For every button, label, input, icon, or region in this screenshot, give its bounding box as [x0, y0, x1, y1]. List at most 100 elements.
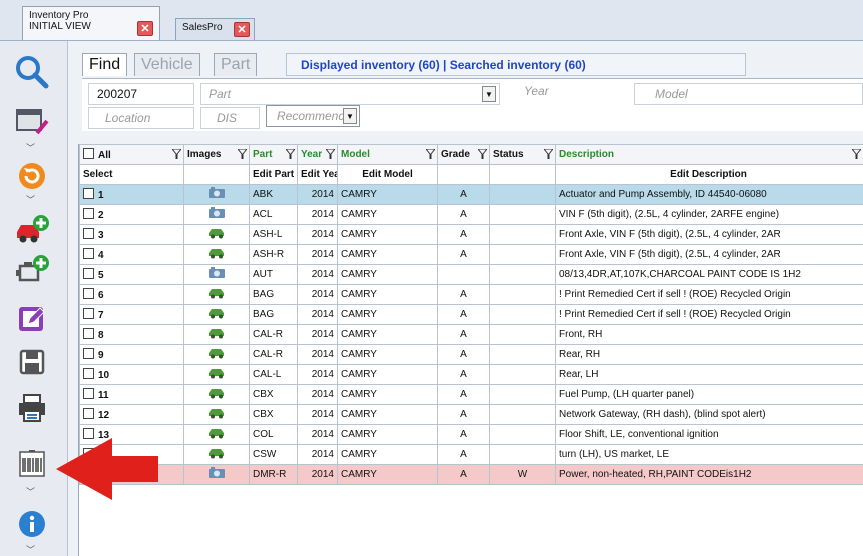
row-part[interactable]: CBX	[249, 404, 298, 425]
row-description[interactable]: Power, non-heated, RH,PAINT CODEis1H2	[555, 464, 863, 485]
row-status[interactable]	[489, 264, 556, 285]
row-checkbox[interactable]	[83, 188, 94, 199]
filter-icon[interactable]	[852, 149, 861, 159]
row-image-cell[interactable]	[183, 464, 250, 485]
row-image-cell[interactable]	[183, 244, 250, 265]
row-description[interactable]: turn (LH), US market, LE	[555, 444, 863, 465]
header-all[interactable]: All	[79, 144, 184, 165]
row-select-cell[interactable]: 12	[79, 404, 184, 425]
row-description[interactable]: VIN F (5th digit), (2.5L, 4 cylinder, 2A…	[555, 204, 863, 225]
print-icon[interactable]	[12, 391, 52, 425]
row-checkbox[interactable]	[83, 388, 94, 399]
header-model[interactable]: Model	[337, 144, 438, 165]
car-icon[interactable]	[208, 449, 226, 462]
row-year[interactable]: 2014	[297, 444, 338, 465]
save-icon[interactable]	[12, 345, 52, 379]
year-field[interactable]: Year	[516, 81, 616, 103]
close-icon[interactable]: ✕	[137, 21, 153, 36]
header-description[interactable]: Description	[555, 144, 863, 165]
table-row[interactable]: 7 BAG 2014 CAMRY A ! Print Remedied Cert if s…	[79, 304, 863, 325]
row-status[interactable]	[489, 344, 556, 365]
row-status[interactable]	[489, 444, 556, 465]
header-year[interactable]: Year	[297, 144, 338, 165]
car-icon[interactable]	[208, 329, 226, 342]
select-all-checkbox[interactable]	[83, 148, 94, 159]
row-year[interactable]: 2014	[297, 244, 338, 265]
row-status[interactable]	[489, 364, 556, 385]
camera-icon[interactable]	[208, 467, 226, 482]
car-icon[interactable]	[208, 229, 226, 242]
row-part[interactable]: ASH-R	[249, 244, 298, 265]
barcode-icon[interactable]	[12, 447, 52, 481]
row-model[interactable]: CAMRY	[337, 284, 438, 305]
row-grade[interactable]: A	[437, 344, 490, 365]
row-checkbox[interactable]	[83, 368, 94, 379]
tab-vehicle[interactable]: Vehicle	[134, 53, 200, 76]
car-icon[interactable]	[208, 389, 226, 402]
location-field[interactable]: Location	[88, 107, 194, 129]
row-checkbox[interactable]	[83, 308, 94, 319]
row-grade[interactable]: A	[437, 244, 490, 265]
row-grade[interactable]: A	[437, 224, 490, 245]
row-checkbox[interactable]	[83, 348, 94, 359]
row-part[interactable]: CAL-L	[249, 364, 298, 385]
table-row[interactable]: 4 ASH-R 2014 CAMRY A Front Axle, VIN F (5th d…	[79, 244, 863, 265]
row-status[interactable]: W	[489, 464, 556, 485]
row-year[interactable]: 2014	[297, 304, 338, 325]
row-select-cell[interactable]: 11	[79, 384, 184, 405]
row-year[interactable]: 2014	[297, 264, 338, 285]
table-row[interactable]: 5 AUT 2014 CAMRY 08/13,4DR,AT,107K,CHARCOAL …	[79, 264, 863, 285]
row-part[interactable]: CAL-R	[249, 324, 298, 345]
row-status[interactable]	[489, 224, 556, 245]
row-description[interactable]: ! Print Remedied Cert if sell ! (ROE) Re…	[555, 304, 863, 325]
row-image-cell[interactable]	[183, 184, 250, 205]
filter-icon[interactable]	[326, 149, 335, 159]
car-icon[interactable]	[208, 289, 226, 302]
add-vehicle-icon[interactable]	[12, 213, 52, 247]
table-row[interactable]: 1 ABK 2014 CAMRY A Actuator and Pump Assembly…	[79, 184, 863, 205]
edit-year-button[interactable]: Edit Year	[297, 164, 338, 185]
filter-icon[interactable]	[544, 149, 553, 159]
row-part[interactable]: AUT	[249, 264, 298, 285]
row-image-cell[interactable]	[183, 444, 250, 465]
car-icon[interactable]	[208, 349, 226, 362]
row-grade[interactable]: A	[437, 384, 490, 405]
table-row[interactable]: 2 ACL 2014 CAMRY A VIN F (5th digit), (2.5L, …	[79, 204, 863, 225]
row-select-cell[interactable]: 7	[79, 304, 184, 325]
car-icon[interactable]	[208, 409, 226, 422]
row-grade[interactable]: A	[437, 324, 490, 345]
table-row[interactable]: 6 BAG 2014 CAMRY A ! Print Remedied Cert if s…	[79, 284, 863, 305]
add-engine-icon[interactable]	[12, 253, 52, 287]
edit-model-button[interactable]: Edit Model	[337, 164, 438, 185]
row-year[interactable]: 2014	[297, 204, 338, 225]
tab-part[interactable]: Part	[214, 53, 258, 76]
car-icon[interactable]	[208, 309, 226, 322]
row-model[interactable]: CAMRY	[337, 224, 438, 245]
row-grade[interactable]: A	[437, 284, 490, 305]
header-status[interactable]: Status	[489, 144, 556, 165]
table-row[interactable]: 12 CBX 2014 CAMRY A Network Gateway, (RH dash…	[79, 404, 863, 425]
table-row[interactable]: 15DMR-R2014CAMRYAWPower, non-heated, RH,…	[79, 464, 863, 485]
stock-number-field[interactable]: 200207	[88, 83, 194, 105]
row-description[interactable]: Front Axle, VIN F (5th digit), (2.5L, 4 …	[555, 244, 863, 265]
row-status[interactable]	[489, 244, 556, 265]
chevron-down-icon[interactable]: ﹀	[26, 485, 35, 498]
row-model[interactable]: CAMRY	[337, 304, 438, 325]
row-grade[interactable]: A	[437, 184, 490, 205]
row-part[interactable]: BAG	[249, 284, 298, 305]
header-grade[interactable]: Grade	[437, 144, 490, 165]
row-checkbox[interactable]	[83, 248, 94, 259]
row-checkbox[interactable]	[83, 228, 94, 239]
row-select-cell[interactable]: 4	[79, 244, 184, 265]
table-row[interactable]: 14CSW2014CAMRYAturn (LH), US market, LE	[79, 444, 863, 465]
row-image-cell[interactable]	[183, 424, 250, 445]
row-model[interactable]: CAMRY	[337, 264, 438, 285]
recommend-field[interactable]: Recommend ▼	[266, 105, 360, 127]
table-row[interactable]: 9 CAL-R 2014 CAMRY A Rear, RH	[79, 344, 863, 365]
row-select-cell[interactable]: 3	[79, 224, 184, 245]
row-select-cell[interactable]: 10	[79, 364, 184, 385]
row-status[interactable]	[489, 284, 556, 305]
row-grade[interactable]: A	[437, 304, 490, 325]
row-grade[interactable]: A	[437, 464, 490, 485]
row-part[interactable]: ABK	[249, 184, 298, 205]
